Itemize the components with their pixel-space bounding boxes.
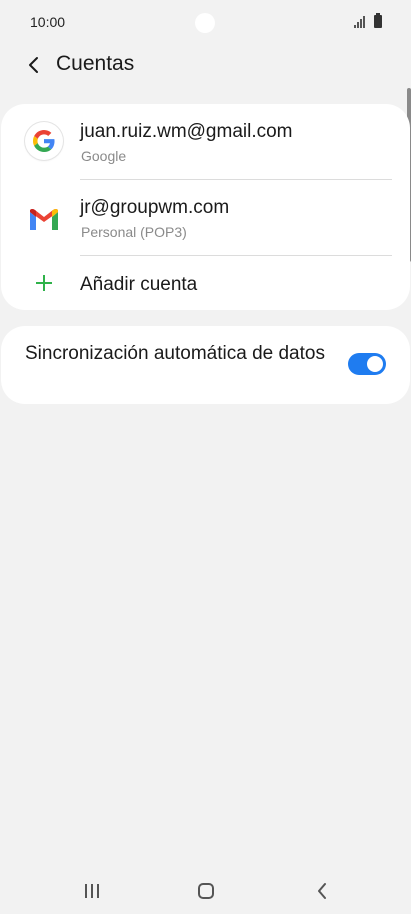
account-item-pop3[interactable]: jr@groupwm.com Personal (POP3) bbox=[1, 180, 410, 256]
recents-button[interactable] bbox=[72, 876, 112, 906]
chevron-left-icon bbox=[29, 57, 38, 73]
recents-icon bbox=[85, 884, 99, 898]
page-title: Cuentas bbox=[56, 52, 135, 75]
auto-sync-label: Sincronización automática de datos bbox=[25, 343, 325, 364]
google-account-icon bbox=[25, 122, 63, 160]
toggle-knob bbox=[365, 354, 385, 374]
signal-icon bbox=[354, 16, 365, 28]
gmail-icon bbox=[30, 208, 58, 230]
account-email: juan.ruiz.wm@gmail.com bbox=[80, 121, 293, 142]
navigation-bar bbox=[0, 866, 411, 914]
status-bar: 10:00 bbox=[0, 0, 411, 46]
plus-icon bbox=[36, 275, 52, 291]
back-icon bbox=[318, 883, 326, 899]
account-type: Google bbox=[81, 148, 127, 164]
home-button[interactable] bbox=[186, 876, 226, 906]
gmail-account-icon bbox=[25, 200, 63, 238]
accounts-card: juan.ruiz.wm@gmail.com Google jr@groupwm… bbox=[1, 104, 410, 310]
google-icon bbox=[33, 130, 55, 152]
home-icon bbox=[198, 883, 214, 899]
auto-sync-toggle[interactable] bbox=[348, 353, 386, 375]
app-header: Cuentas bbox=[0, 46, 411, 84]
add-account-icon bbox=[25, 264, 63, 302]
account-item-google[interactable]: juan.ruiz.wm@gmail.com Google bbox=[1, 104, 410, 180]
account-email: jr@groupwm.com bbox=[80, 197, 230, 218]
account-type: Personal (POP3) bbox=[81, 224, 187, 240]
battery-icon bbox=[374, 13, 382, 28]
camera-cutout bbox=[195, 13, 215, 33]
status-time: 10:00 bbox=[30, 14, 66, 30]
add-account-label: Añadir cuenta bbox=[80, 274, 198, 295]
nav-back-button[interactable] bbox=[302, 876, 342, 906]
add-account-button[interactable]: Añadir cuenta bbox=[1, 256, 410, 310]
back-button[interactable] bbox=[18, 50, 48, 80]
auto-sync-card[interactable]: Sincronización automática de datos bbox=[1, 326, 410, 404]
